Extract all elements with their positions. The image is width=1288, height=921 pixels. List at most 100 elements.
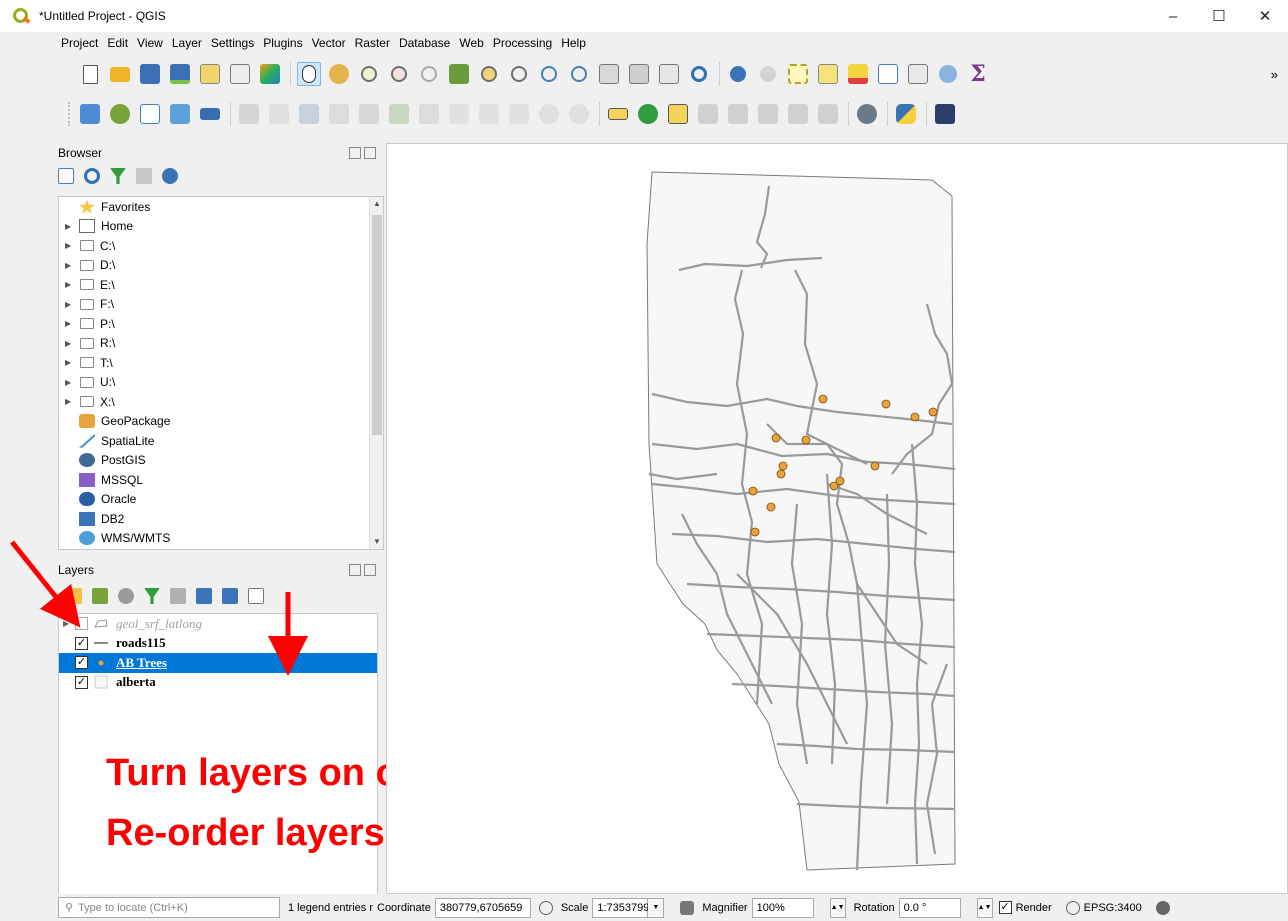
redo-icon[interactable]	[567, 102, 591, 126]
menu-layer[interactable]: Layer	[172, 36, 202, 50]
refresh-icon[interactable]	[687, 62, 711, 86]
close-panel-icon[interactable]	[364, 147, 376, 159]
show-hide-labels-icon[interactable]	[726, 102, 750, 126]
zoom-out-icon[interactable]	[387, 62, 411, 86]
browser-item[interactable]: Favorites	[59, 197, 383, 217]
zoom-to-layer-icon[interactable]	[507, 62, 531, 86]
help-icon[interactable]	[933, 102, 957, 126]
new-3d-view-icon[interactable]	[627, 62, 651, 86]
browser-item[interactable]: ▶ Home	[59, 217, 383, 237]
expand-arrow-icon[interactable]: ▶	[65, 300, 79, 309]
cut-icon[interactable]	[447, 102, 471, 126]
expand-arrow-icon[interactable]: ▶	[65, 378, 79, 387]
scale-dropdown-icon[interactable]: ▼	[648, 897, 665, 918]
deselect-icon[interactable]	[846, 62, 870, 86]
select-features-icon[interactable]	[786, 62, 810, 86]
select-by-value-icon[interactable]	[816, 62, 840, 86]
processing-toolbox-icon[interactable]	[936, 62, 960, 86]
refresh-icon[interactable]	[84, 168, 100, 184]
pin-labels-icon[interactable]	[666, 102, 690, 126]
rotation-field[interactable]: 0.0 °	[898, 897, 961, 918]
zoom-native-icon[interactable]	[417, 62, 441, 86]
highlight-labels-icon[interactable]	[696, 102, 720, 126]
data-source-manager-icon[interactable]	[78, 102, 102, 126]
open-project-icon[interactable]	[108, 62, 132, 86]
style-manager-icon[interactable]	[258, 62, 282, 86]
properties-icon[interactable]	[162, 168, 178, 184]
menu-plugins[interactable]: Plugins	[263, 36, 302, 50]
messages-icon[interactable]	[1155, 900, 1170, 915]
zoom-next-icon[interactable]	[567, 62, 591, 86]
vertex-tool-icon[interactable]	[357, 102, 381, 126]
new-project-icon[interactable]	[78, 62, 102, 86]
browser-item[interactable]: SpatiaLite	[59, 431, 383, 451]
maximize-button[interactable]: ☐	[1196, 0, 1242, 32]
layout-manager-icon[interactable]	[228, 62, 252, 86]
toolbar-overflow-button[interactable]: »	[1271, 67, 1278, 82]
browser-item[interactable]: MSSQL	[59, 470, 383, 490]
browser-scrollbar[interactable]: ▲ ▼	[369, 197, 383, 549]
browser-item[interactable]: ▶ R:\	[59, 334, 383, 354]
copy-icon[interactable]	[477, 102, 501, 126]
tree-point[interactable]	[771, 433, 781, 443]
attribute-table-icon[interactable]	[876, 62, 900, 86]
collapse-all-icon[interactable]	[136, 168, 152, 184]
add-feature-icon[interactable]	[327, 102, 351, 126]
change-label-icon[interactable]	[816, 102, 840, 126]
browser-item[interactable]: ▶ P:\	[59, 314, 383, 334]
browser-item[interactable]: ▶ D:\	[59, 256, 383, 276]
save-project-icon[interactable]	[138, 62, 162, 86]
move-label-icon[interactable]	[756, 102, 780, 126]
menu-settings[interactable]: Settings	[211, 36, 254, 50]
menu-vector[interactable]: Vector	[312, 36, 346, 50]
python-console-icon[interactable]	[894, 102, 918, 126]
zoom-to-selection-icon[interactable]	[477, 62, 501, 86]
browser-item[interactable]: ▶ U:\	[59, 373, 383, 393]
browser-panel-controls[interactable]	[349, 147, 379, 161]
tree-point[interactable]	[881, 399, 891, 409]
browser-item[interactable]: ▶ F:\	[59, 295, 383, 315]
menu-help[interactable]: Help	[561, 36, 586, 50]
menu-processing[interactable]: Processing	[493, 36, 552, 50]
pan-map-icon[interactable]	[297, 62, 321, 86]
browser-item[interactable]: Oracle	[59, 490, 383, 510]
label-tool-icon[interactable]	[606, 102, 630, 126]
magnifier-spin-icon[interactable]: ▲▼	[829, 897, 846, 918]
delete-icon[interactable]	[417, 102, 441, 126]
diagram-tool-icon[interactable]	[636, 102, 660, 126]
add-layer-icon[interactable]	[58, 168, 74, 184]
tree-point[interactable]	[835, 476, 845, 486]
expand-arrow-icon[interactable]: ▶	[65, 222, 79, 231]
render-checkbox[interactable]: ✓	[998, 901, 1012, 914]
new-layer-icon[interactable]	[198, 102, 222, 126]
float-panel-icon[interactable]	[349, 147, 361, 159]
bookmark-icon[interactable]	[657, 62, 681, 86]
current-edits-icon[interactable]	[237, 102, 261, 126]
expand-arrow-icon[interactable]: ▶	[65, 280, 79, 289]
lock-icon[interactable]	[680, 900, 695, 915]
tree-point[interactable]	[928, 407, 938, 417]
add-csv-layer-icon[interactable]	[138, 102, 162, 126]
tree-point[interactable]	[776, 469, 786, 479]
menu-raster[interactable]: Raster	[355, 36, 390, 50]
expand-arrow-icon[interactable]: ▶	[65, 241, 79, 250]
expand-arrow-icon[interactable]: ▶	[65, 358, 79, 367]
browser-item[interactable]: DB2	[59, 509, 383, 529]
tree-point[interactable]	[778, 461, 788, 471]
tree-point[interactable]	[870, 461, 880, 471]
toggle-editing-icon[interactable]	[267, 102, 291, 126]
tree-point[interactable]	[801, 435, 811, 445]
minimize-button[interactable]: –	[1150, 0, 1196, 32]
browser-item[interactable]: PostGIS	[59, 451, 383, 471]
close-button[interactable]: ✕	[1242, 0, 1288, 32]
magnifier-field[interactable]: 100%	[751, 897, 814, 918]
run-action-icon[interactable]	[756, 62, 780, 86]
map-canvas[interactable]	[386, 143, 1288, 894]
save-as-icon[interactable]	[168, 62, 192, 86]
statistics-icon[interactable]: Σ	[966, 61, 990, 87]
tree-point[interactable]	[748, 486, 758, 496]
coordinate-field[interactable]: 380779,6705659	[434, 897, 531, 918]
toolbar-grip[interactable]	[68, 102, 74, 126]
locator-search-input[interactable]: ⚲ Type to locate (Ctrl+K)	[58, 897, 280, 918]
rotation-spin-icon[interactable]: ▲▼	[976, 897, 993, 918]
